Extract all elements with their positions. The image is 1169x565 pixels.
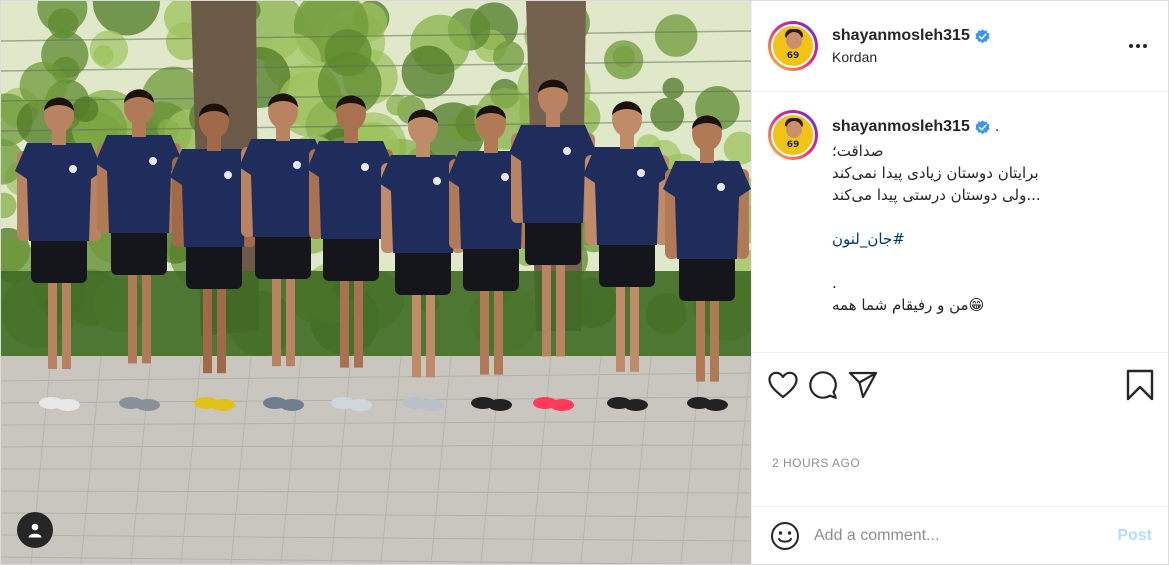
leg <box>710 287 719 382</box>
caption-text: صداقت؛ برایتان دوستان زیادی پیدا نمی‌کند… <box>832 140 1152 316</box>
caption-avatar[interactable]: 69 <box>768 110 818 160</box>
author-avatar[interactable]: 69 <box>768 21 818 71</box>
more-options-button[interactable] <box>1124 32 1152 60</box>
caption-line: ...ولی دوستان درستی پیدا می‌کند <box>832 186 1041 204</box>
leg <box>354 267 363 368</box>
caption-username-row: shayanmosleh315 . <box>832 118 1152 136</box>
crest <box>501 173 509 181</box>
share-icon <box>848 371 878 398</box>
leg <box>616 273 625 372</box>
instagram-post: 69 shayanmosleh315 Kordan 69 shayanmosle… <box>0 0 1169 565</box>
leg <box>556 251 565 357</box>
post-header: 69 shayanmosleh315 Kordan <box>752 1 1168 92</box>
crest <box>293 161 301 169</box>
post-sidebar: 69 shayanmosleh315 Kordan 69 shayanmosle… <box>751 1 1168 564</box>
comment-button[interactable] <box>808 365 848 405</box>
hashtag-link[interactable]: #جان_لنون <box>832 228 1152 250</box>
crest <box>149 157 157 165</box>
caption-avatar-image: 69 <box>771 113 815 157</box>
comments-area: 69 shayanmosleh315 . صداقت؛ برایتان دوست… <box>752 92 1168 352</box>
crest <box>637 169 645 177</box>
author-username-link[interactable]: shayanmosleh315 <box>832 27 1124 45</box>
author-username: shayanmosleh315 <box>832 27 970 44</box>
leg <box>272 265 281 367</box>
post-location[interactable]: Kordan <box>832 49 1124 65</box>
shoe <box>56 399 80 411</box>
shoe <box>704 399 728 411</box>
shoe <box>624 399 648 411</box>
leg <box>630 273 639 372</box>
leg <box>480 277 489 375</box>
crest <box>224 171 232 179</box>
comment-icon <box>809 370 837 399</box>
heart-icon <box>768 371 798 398</box>
caption-line: 😁من و رفیقام شما همه <box>832 296 985 314</box>
shoe <box>280 399 304 411</box>
leg <box>696 287 705 382</box>
leg <box>494 277 503 375</box>
verified-badge-icon <box>975 119 990 134</box>
post-photo[interactable] <box>1 1 751 564</box>
like-button[interactable] <box>768 365 808 405</box>
paved-ground <box>1 356 751 564</box>
shoe <box>420 399 444 411</box>
caption-line: . <box>832 274 837 292</box>
post-comment-button[interactable]: Post <box>1117 527 1152 545</box>
team-photo-image <box>1 1 751 564</box>
shoe <box>211 399 235 411</box>
share-button[interactable] <box>848 365 888 405</box>
crest <box>361 163 369 171</box>
crest <box>563 147 571 155</box>
leg <box>48 269 57 369</box>
caption-avatar-jersey-number: 69 <box>786 140 800 150</box>
crest <box>717 183 725 191</box>
leg <box>412 281 421 378</box>
leg <box>62 269 71 369</box>
save-button[interactable] <box>1114 365 1154 405</box>
shoe <box>136 399 160 411</box>
emoji-button[interactable] <box>768 519 802 553</box>
emoji-icon <box>771 521 799 550</box>
post-timestamp[interactable]: 2 HOURS AGO <box>752 416 1168 506</box>
caption-line: صداقت؛ <box>832 142 884 160</box>
leg <box>286 265 295 367</box>
leg <box>128 261 137 364</box>
caption-line <box>832 250 1152 272</box>
leg <box>542 251 551 357</box>
caption-trailing-mark: . <box>994 118 1000 135</box>
add-comment-bar: Post <box>752 506 1168 564</box>
comment-input[interactable] <box>814 526 1118 545</box>
shoe <box>488 399 512 411</box>
action-bar <box>752 352 1168 416</box>
verified-badge-icon <box>975 28 990 43</box>
caption-username[interactable]: shayanmosleh315 <box>832 118 970 136</box>
crest <box>69 165 77 173</box>
caption-line <box>832 206 1152 228</box>
avatar-jersey-number: 69 <box>786 51 800 61</box>
caption: 69 shayanmosleh315 . صداقت؛ برایتان دوست… <box>768 110 1152 316</box>
user-tags-button[interactable] <box>17 512 53 548</box>
leg <box>217 275 226 374</box>
crest <box>433 177 441 185</box>
caption-body: shayanmosleh315 . صداقت؛ برایتان دوستان … <box>832 110 1152 316</box>
header-text: shayanmosleh315 Kordan <box>832 27 1124 65</box>
caption-line: برایتان دوستان زیادی پیدا نمی‌کند <box>832 164 1039 182</box>
leg <box>142 261 151 364</box>
leg <box>340 267 349 368</box>
leg <box>426 281 435 378</box>
shoe <box>348 399 372 411</box>
more-options-icon <box>1129 44 1147 48</box>
bookmark-icon <box>1126 369 1154 400</box>
leg <box>203 275 212 374</box>
shoe <box>550 399 574 411</box>
user-tag-icon <box>28 523 42 538</box>
avatar-image: 69 <box>771 24 815 68</box>
